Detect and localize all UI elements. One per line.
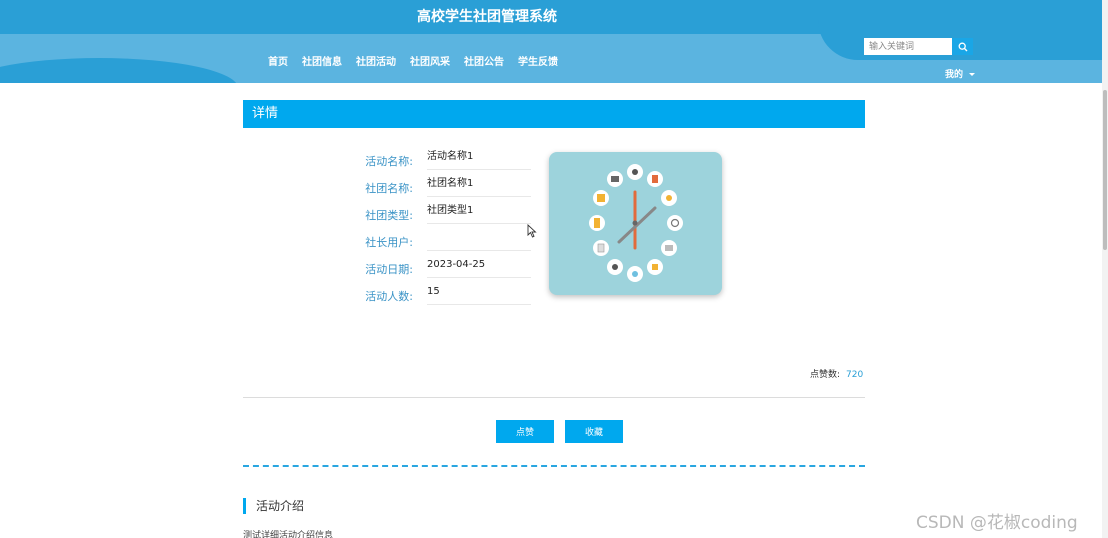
like-count-value: 720 <box>846 370 864 380</box>
like-button[interactable]: 点赞 <box>496 420 554 443</box>
field-label-activity-name: 活动名称: <box>365 155 413 168</box>
site-title: 高校学生社团管理系统 <box>417 9 557 25</box>
field-label-club-leader: 社长用户: <box>365 236 413 249</box>
nav-club-showcase[interactable]: 社团风采 <box>410 53 450 68</box>
field-value-club-name: 社团名称1 <box>427 177 531 197</box>
search-bar <box>864 38 973 55</box>
field-label-participant-count: 活动人数: <box>365 290 413 303</box>
caret-down-icon <box>969 73 976 76</box>
search-input[interactable] <box>864 38 952 55</box>
mouse-cursor-icon <box>527 224 537 238</box>
page-scrollbar-thumb[interactable] <box>1103 90 1107 250</box>
app-root: 高校学生社团管理系统 首页 社团信息 社团活动 社团风采 社团公告 学生反馈 我… <box>0 0 1108 538</box>
intro-section-title: 活动介绍 <box>243 498 304 514</box>
watermark: CSDN @花椒coding <box>916 513 1078 533</box>
user-menu[interactable]: 我的 <box>945 67 976 80</box>
nav-club-activities[interactable]: 社团活动 <box>356 53 396 68</box>
clock-illustration <box>589 164 683 282</box>
user-menu-label: 我的 <box>945 70 964 80</box>
field-label-club-type: 社团类型: <box>365 209 413 222</box>
field-label-activity-date: 活动日期: <box>365 263 413 276</box>
search-button[interactable] <box>952 38 973 55</box>
detail-panel-title: 详情 <box>243 100 865 128</box>
page-scrollbar-track[interactable] <box>1102 0 1108 538</box>
search-icon <box>958 42 967 51</box>
favorite-button[interactable]: 收藏 <box>565 420 623 443</box>
site-header: 高校学生社团管理系统 首页 社团信息 社团活动 社团风采 社团公告 学生反馈 我… <box>0 0 1108 83</box>
main-nav: 首页 社团信息 社团活动 社团风采 社团公告 学生反馈 <box>268 53 558 68</box>
like-count-label: 点赞数: <box>810 370 841 380</box>
nav-home[interactable]: 首页 <box>268 53 288 68</box>
intro-section-body: 测试详细活动介绍信息 <box>243 531 334 538</box>
section-dashed-divider <box>243 465 865 467</box>
field-label-club-name: 社团名称: <box>365 182 413 195</box>
field-value-participant-count: 15 <box>427 285 531 305</box>
field-value-activity-name: 活动名称1 <box>427 150 531 170</box>
field-value-club-type: 社团类型1 <box>427 204 531 224</box>
nav-club-notices[interactable]: 社团公告 <box>464 53 504 68</box>
nav-student-feedback[interactable]: 学生反馈 <box>518 53 558 68</box>
nav-club-info[interactable]: 社团信息 <box>302 53 342 68</box>
field-value-club-leader <box>427 231 531 251</box>
like-count: 点赞数: 720 <box>810 367 863 380</box>
field-value-activity-date: 2023-04-25 <box>427 258 531 278</box>
activity-image <box>549 152 722 295</box>
detail-divider <box>243 397 865 398</box>
